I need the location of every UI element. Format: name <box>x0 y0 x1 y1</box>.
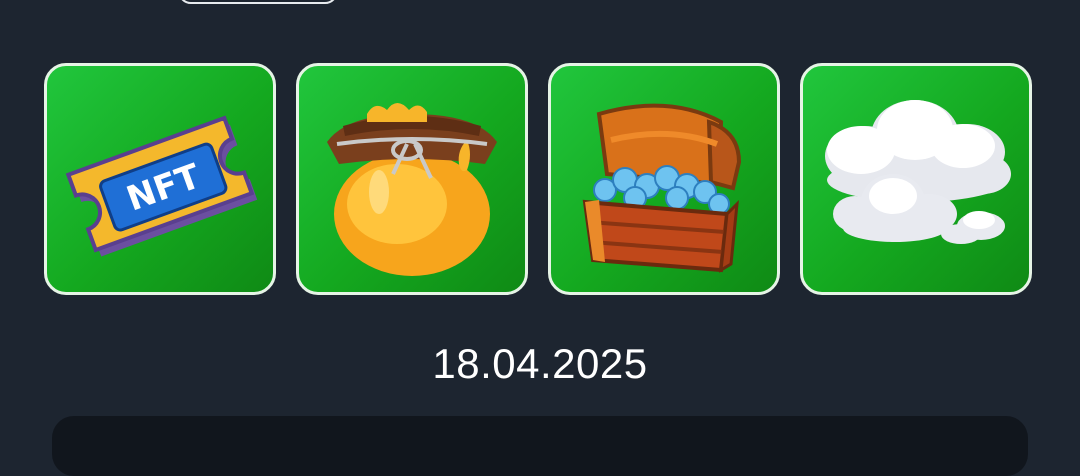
bottom-card-partial <box>52 416 1028 476</box>
treasure-chest-icon <box>582 103 742 273</box>
nft-ticket-icon: NFT <box>65 115 258 257</box>
date-label: 18.04.2025 <box>432 340 648 387</box>
reward-tile-honey[interactable] <box>296 63 528 295</box>
reward-tile-chest[interactable] <box>548 63 780 295</box>
honey-jar-icon <box>327 103 497 276</box>
reward-tiles: NFT <box>44 63 1032 295</box>
reward-tile-clouds[interactable] <box>800 63 1032 295</box>
clouds-icon <box>825 100 1011 244</box>
top-pill-partial <box>178 0 338 4</box>
reward-tile-nft[interactable]: NFT <box>44 63 276 295</box>
